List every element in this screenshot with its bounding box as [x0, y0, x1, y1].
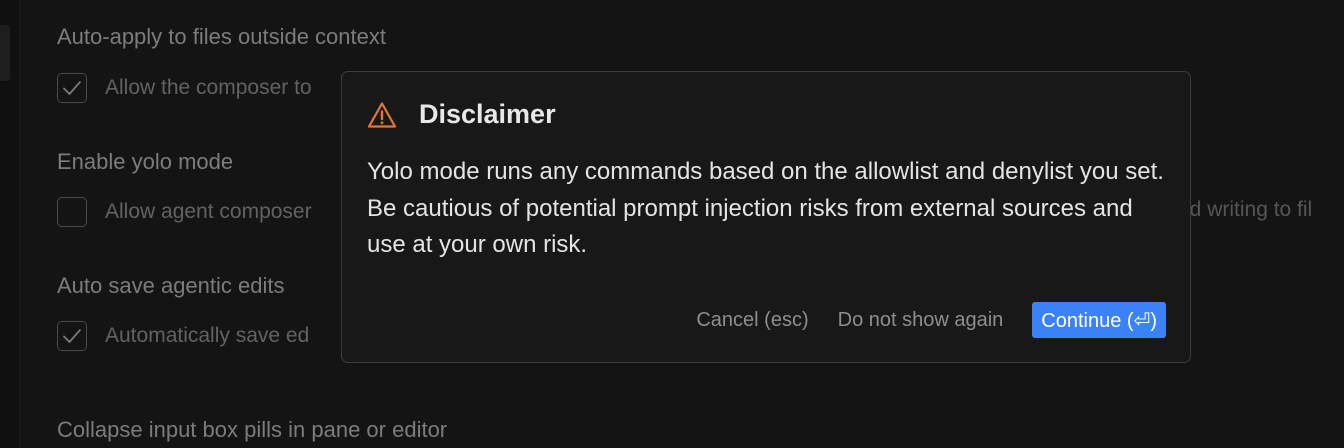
setting-row-auto-apply: Allow the composer to — [57, 73, 312, 103]
cancel-button[interactable]: Cancel (esc) — [696, 309, 808, 332]
auto-save-checkbox[interactable] — [57, 321, 87, 351]
do-not-show-again-button[interactable]: Do not show again — [838, 309, 1004, 332]
warning-icon — [367, 101, 397, 128]
yolo-mode-checkbox[interactable] — [57, 197, 87, 227]
setting-desc-yolo-mode-overflow: nd writing to fil — [1178, 198, 1313, 221]
checkmark-icon — [63, 81, 81, 95]
settings-page: Auto-apply to files outside context Allo… — [0, 0, 1344, 448]
continue-button[interactable]: Continue (⏎) — [1032, 302, 1166, 338]
checkmark-icon — [63, 329, 81, 343]
setting-title-auto-save: Auto save agentic edits — [57, 273, 285, 298]
setting-desc-auto-save: Automatically save ed — [105, 324, 310, 347]
setting-title-auto-apply: Auto-apply to files outside context — [57, 24, 386, 49]
dialog-header: Disclaimer — [367, 99, 556, 130]
dialog-actions: Cancel (esc) Do not show again Continue … — [696, 302, 1166, 338]
setting-title-yolo-mode: Enable yolo mode — [57, 149, 234, 174]
dialog-body: Yolo mode runs any commands based on the… — [367, 158, 1164, 258]
setting-desc-yolo-mode: Allow agent composer — [105, 200, 312, 223]
setting-title-collapse-pills: Collapse input box pills in pane or edit… — [57, 417, 448, 442]
setting-row-yolo-mode: Allow agent composer — [57, 197, 312, 227]
setting-desc-auto-apply: Allow the composer to — [105, 76, 312, 99]
dialog-title: Disclaimer — [419, 99, 556, 129]
disclaimer-dialog: Disclaimer Yolo mode runs any commands b… — [341, 71, 1191, 363]
auto-apply-checkbox[interactable] — [57, 73, 87, 103]
setting-row-auto-save: Automatically save ed — [57, 321, 309, 351]
